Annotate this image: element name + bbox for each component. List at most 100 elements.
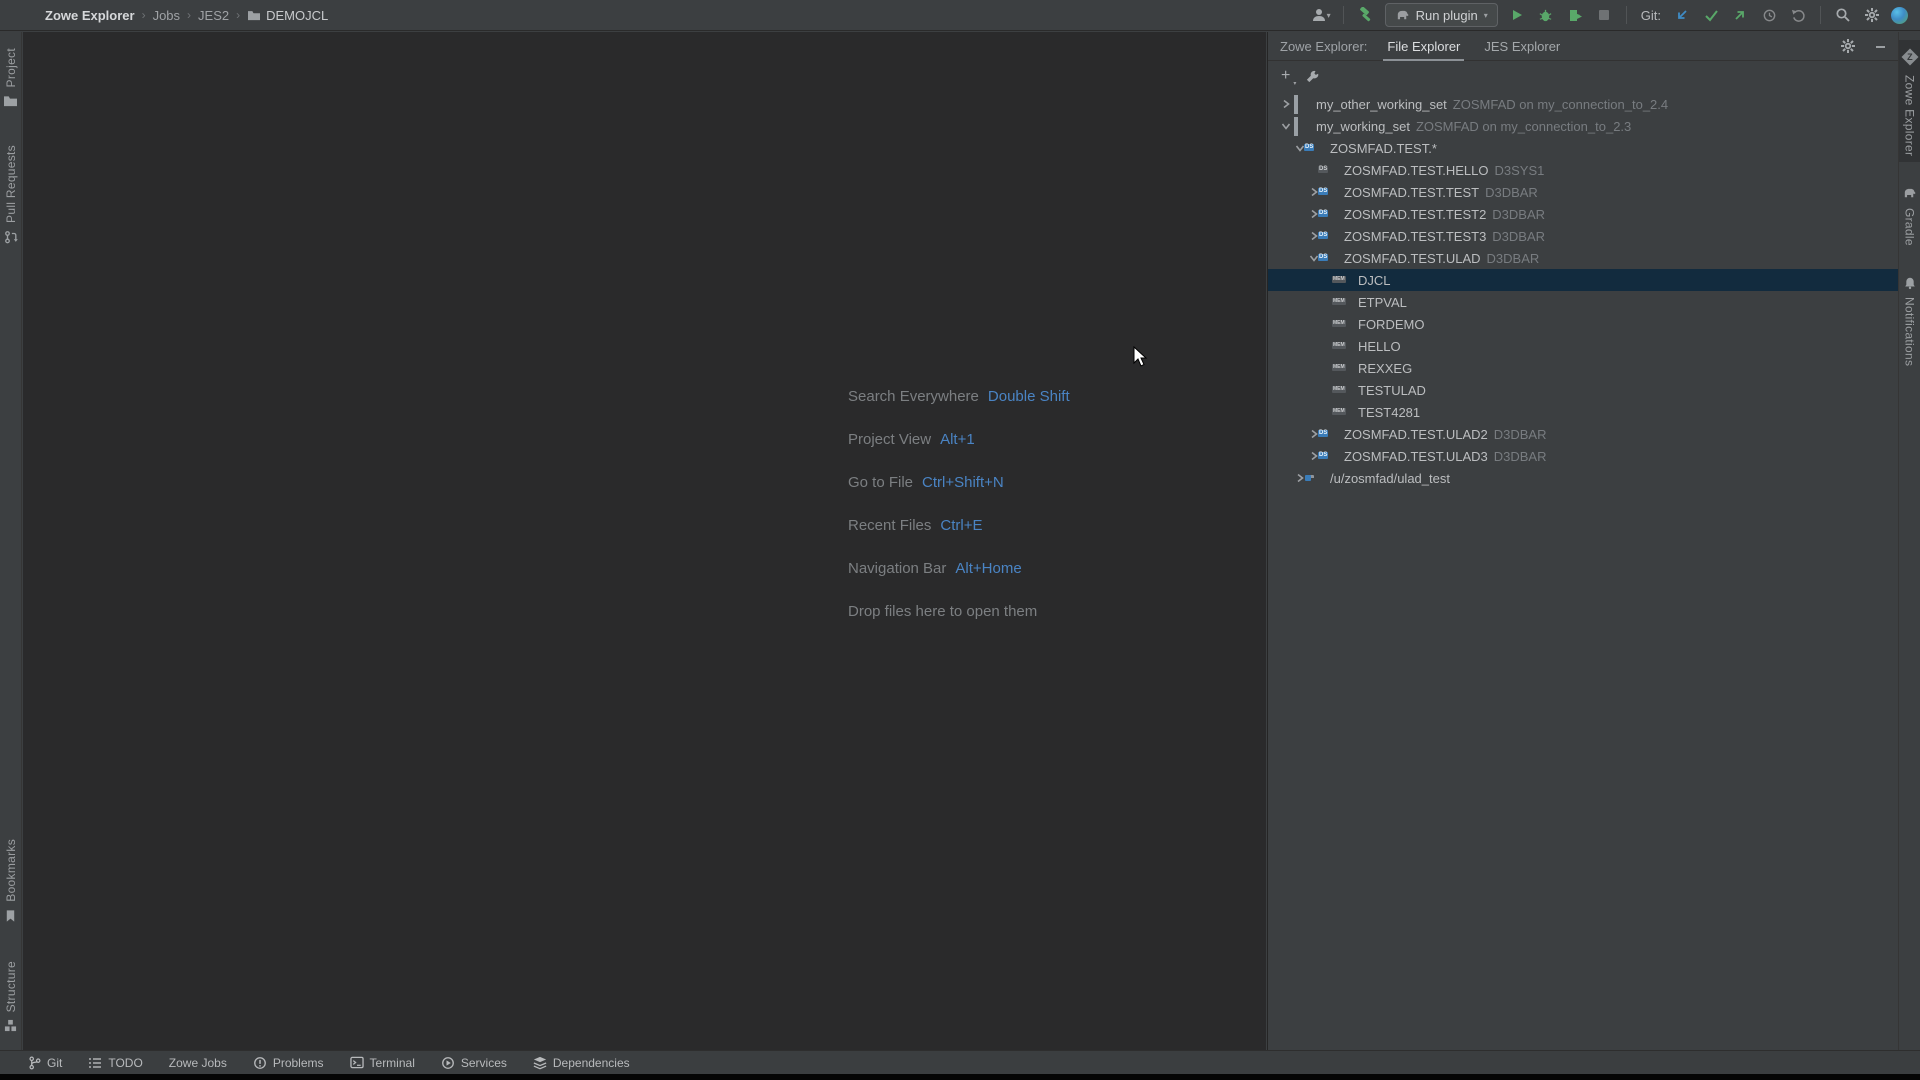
run-configuration-select[interactable]: Run plugin▾ xyxy=(1385,3,1498,27)
tool-stripe-button-zowe-explorer[interactable]: ZZowe Explorer xyxy=(1899,40,1920,162)
breadcrumb-item[interactable]: Zowe Explorer xyxy=(45,8,135,23)
ds-badge: DS xyxy=(1318,210,1328,217)
tab-file-explorer[interactable]: File Explorer xyxy=(1387,32,1460,61)
search-icon xyxy=(1835,7,1851,23)
git-push-icon[interactable] xyxy=(1730,4,1750,26)
bottom-tool-label: Git xyxy=(47,1056,62,1070)
tool-stripe-button-pull-requests[interactable]: Pull Requests xyxy=(0,139,22,250)
shortcut-keystroke: Alt+Home xyxy=(955,560,1021,577)
tree-row[interactable]: DSZOSMFAD.TEST.ULAD3D3DBAR xyxy=(1268,445,1898,467)
rollback-icon xyxy=(1791,8,1806,23)
debug-icon[interactable] xyxy=(1536,4,1556,26)
history-icon[interactable] xyxy=(1759,4,1779,26)
settings-gear-icon xyxy=(1864,7,1880,23)
tree-row-suffix: ZOSMFAD on my_connection_to_2.3 xyxy=(1416,119,1631,134)
toolbar-separator xyxy=(1626,6,1627,24)
editor-empty-area: Search EverywhereDouble ShiftProject Vie… xyxy=(23,32,1266,1051)
tree-row-label: ETPVAL xyxy=(1358,295,1407,310)
bottom-tool-button-terminal[interactable]: Terminal xyxy=(350,1056,415,1070)
bottom-tool-bar: Git TODO Zowe Jobs Problems Terminal Services… xyxy=(0,1050,1920,1074)
tree-row[interactable]: MEMETPVAL xyxy=(1268,291,1898,313)
settings-gear-icon xyxy=(1840,38,1856,54)
editor-shortcut-hints: Search EverywhereDouble ShiftProject Vie… xyxy=(848,375,1070,633)
tree-row[interactable]: MEMTESTULAD xyxy=(1268,379,1898,401)
tree-row-suffix: D3DBAR xyxy=(1492,229,1545,244)
bottom-tool-button-problems[interactable]: Problems xyxy=(253,1056,324,1070)
tree-row-label: HELLO xyxy=(1358,339,1401,354)
bottom-tool-button-git[interactable]: Git xyxy=(28,1056,62,1070)
shortcut-hint-row: Search EverywhereDouble Shift xyxy=(848,375,1070,418)
todo-list-icon xyxy=(88,1057,102,1069)
run-coverage-icon[interactable] xyxy=(1565,4,1585,26)
tree-row[interactable]: DSZOSMFAD.TEST.TESTD3DBAR xyxy=(1268,181,1898,203)
user-menu-button[interactable]: ▾ xyxy=(1311,4,1331,26)
breadcrumb-item[interactable]: Jobs xyxy=(153,8,180,23)
user-icon xyxy=(1311,7,1327,23)
edit-working-sets-button[interactable] xyxy=(1302,65,1322,87)
rollback-icon[interactable] xyxy=(1788,4,1808,26)
search-icon[interactable] xyxy=(1833,4,1853,26)
tree-row[interactable]: my_other_working_setZOSMFAD on my_connec… xyxy=(1268,93,1898,115)
tool-stripe-button-bookmarks[interactable]: Bookmarks xyxy=(0,833,22,929)
project-folder-icon xyxy=(3,94,18,107)
zowe-panel-title: Zowe Explorer: xyxy=(1280,39,1367,54)
panel-settings-button[interactable] xyxy=(1838,35,1858,57)
tree-row[interactable]: DSZOSMFAD.TEST.HELLOD3SYS1 xyxy=(1268,159,1898,181)
stop-icon[interactable] xyxy=(1594,4,1614,26)
tree-row[interactable]: DSZOSMFAD.TEST.ULAD2D3DBAR xyxy=(1268,423,1898,445)
ide-window: Zowe Explorer›Jobs›JES2›DEMOJCL ▾Run plu… xyxy=(0,0,1920,1080)
profile-avatar[interactable] xyxy=(1891,7,1908,24)
services-icon xyxy=(441,1056,455,1070)
tree-row-label: my_working_set xyxy=(1316,119,1410,134)
zowe-z-icon: Z xyxy=(1901,49,1918,66)
tool-stripe-button-project[interactable]: Project xyxy=(0,42,22,113)
debug-icon xyxy=(1538,8,1553,23)
tool-stripe-button-structure[interactable]: Structure xyxy=(0,955,22,1038)
shortcut-action-label: Recent Files xyxy=(848,517,931,534)
tree-row-label: ZOSMFAD.TEST.TEST3 xyxy=(1344,229,1486,244)
ds-badge: DS xyxy=(1318,430,1328,437)
mem-badge: MEM xyxy=(1332,342,1346,349)
chevron-down-icon[interactable] xyxy=(1278,121,1294,131)
breadcrumb-separator-icon: › xyxy=(187,8,191,22)
git-update-icon xyxy=(1675,8,1689,22)
git-commit-icon[interactable] xyxy=(1701,4,1721,26)
bottom-tool-button-todo[interactable]: TODO xyxy=(88,1056,142,1070)
tree-row[interactable]: MEMTEST4281 xyxy=(1268,401,1898,423)
tree-row[interactable]: MEMDJCL xyxy=(1268,269,1898,291)
tree-row-label: ZOSMFAD.TEST.TEST2 xyxy=(1344,207,1486,222)
git-update-icon[interactable] xyxy=(1672,4,1692,26)
tree-row[interactable]: MEM HELLO xyxy=(1268,335,1898,357)
tree-row[interactable]: DSZOSMFAD.TEST.ULADD3DBAR xyxy=(1268,247,1898,269)
panel-minimize-button[interactable] xyxy=(1870,35,1890,57)
bottom-tool-button-dependencies[interactable]: Dependencies xyxy=(533,1056,630,1070)
chevron-right-icon[interactable] xyxy=(1278,99,1294,109)
tree-row[interactable]: MEMREXXEG xyxy=(1268,357,1898,379)
settings-gear-icon[interactable] xyxy=(1862,4,1882,26)
bottom-tool-button-services[interactable]: Services xyxy=(441,1056,507,1070)
add-working-set-button[interactable]: +▾ xyxy=(1281,67,1290,85)
gradle-icon xyxy=(1395,8,1410,23)
breadcrumb-item[interactable]: DEMOJCL xyxy=(247,8,328,23)
tab-jes-explorer[interactable]: JES Explorer xyxy=(1484,32,1560,61)
shortcut-keystroke: Ctrl+Shift+N xyxy=(922,474,1004,491)
drop-files-hint: Drop files here to open them xyxy=(848,590,1070,633)
run-coverage-icon xyxy=(1568,8,1582,23)
bottom-tool-button-zowe-jobs[interactable]: Zowe Jobs xyxy=(169,1056,227,1070)
tree-row[interactable]: my_working_set ZOSMFAD on my_connection_t… xyxy=(1268,115,1898,137)
tree-row[interactable]: DSZOSMFAD.TEST.* xyxy=(1268,137,1898,159)
working-set-icon xyxy=(1294,119,1298,134)
breadcrumb-item[interactable]: JES2 xyxy=(198,8,229,23)
tree-row[interactable]: /u/zosmfad/ulad_test xyxy=(1268,467,1898,489)
mem-badge: MEM xyxy=(1332,276,1346,283)
tree-row[interactable]: DSZOSMFAD.TEST.TEST3D3DBAR xyxy=(1268,225,1898,247)
tree-row[interactable]: DSZOSMFAD.TEST.TEST2D3DBAR xyxy=(1268,203,1898,225)
right-tool-stripe: ZZowe Explorer Gradle Notifications xyxy=(1898,32,1920,1052)
tool-stripe-button-gradle[interactable]: Gradle xyxy=(1899,180,1920,252)
tool-stripe-label: Bookmarks xyxy=(4,839,18,902)
tool-stripe-button-notifications[interactable]: Notifications xyxy=(1899,270,1920,372)
ds-badge: DS xyxy=(1304,144,1314,151)
build-hammer-icon[interactable] xyxy=(1356,4,1376,26)
tree-row[interactable]: MEMFORDEMO xyxy=(1268,313,1898,335)
run-icon[interactable] xyxy=(1507,4,1527,26)
